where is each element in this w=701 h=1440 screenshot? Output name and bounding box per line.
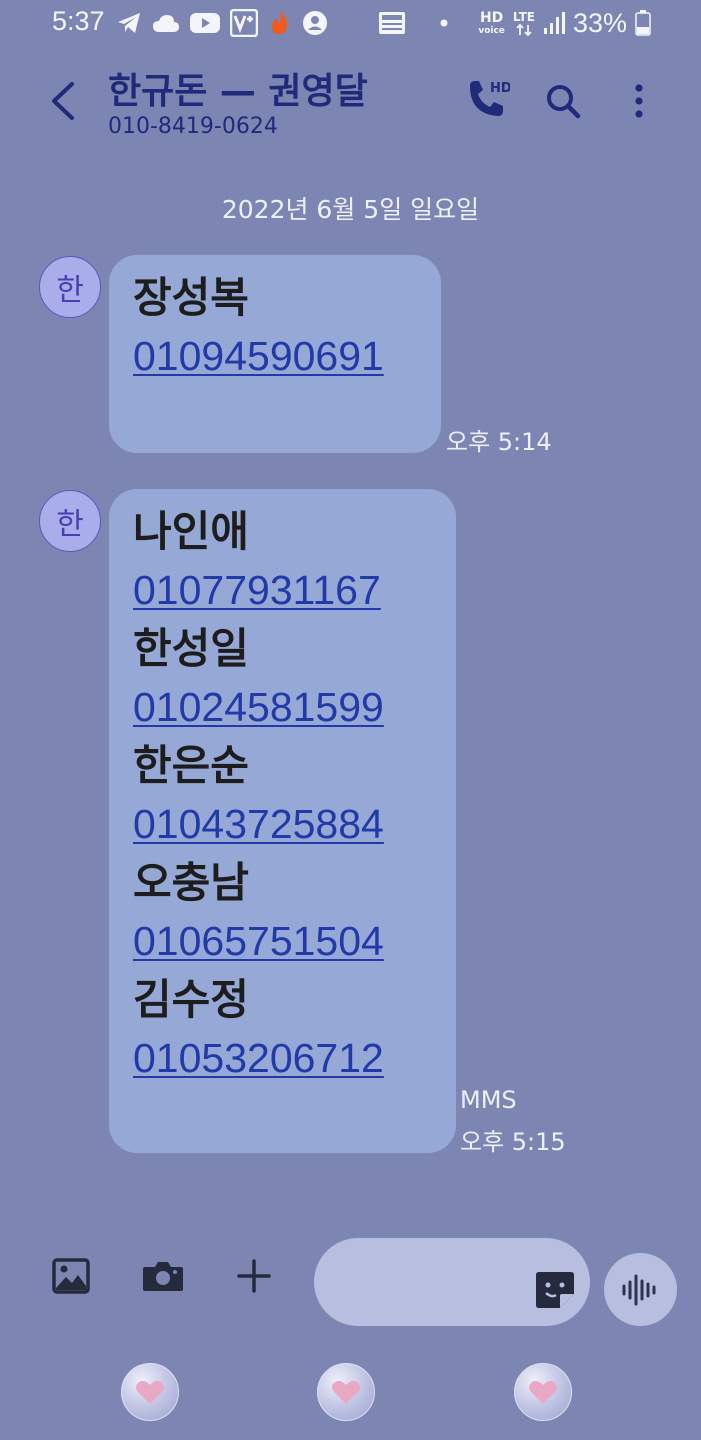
hd-voice-indicator: HD voice [478, 9, 505, 36]
gallery-button[interactable] [48, 1254, 94, 1298]
camera-button[interactable] [138, 1254, 188, 1298]
system-icons: HD voice LTE 33% [478, 6, 651, 40]
svg-text:HD: HD [490, 81, 510, 96]
phone-link[interactable]: 01094590691 [133, 327, 419, 386]
lte-indicator: LTE [513, 10, 535, 36]
message-contact-name: 김수정 [133, 975, 249, 1024]
more-vertical-icon [635, 84, 643, 118]
more-options-button[interactable] [616, 78, 662, 124]
plus-icon [237, 1259, 271, 1293]
search-icon [547, 85, 581, 119]
back-arrow-icon [52, 82, 74, 120]
signal-icon [543, 11, 565, 35]
dot-icon [440, 19, 448, 27]
message-time: 오후 5:14 [446, 428, 552, 456]
message-time: 오후 5:15 [460, 1128, 566, 1156]
nav-recents-button[interactable] [121, 1363, 179, 1421]
status-time: 5:37 [52, 6, 105, 36]
cloud-icon [152, 13, 180, 33]
avatar[interactable]: 한 [39, 490, 101, 552]
phone-link[interactable]: 01053206712 [133, 1029, 434, 1088]
message-contact-name: 나인애 [133, 507, 249, 556]
date-divider: 2022년 6월 5일 일요일 [221, 195, 480, 224]
news-icon [378, 11, 406, 35]
battery-percent: 33% [572, 7, 627, 38]
message-contact-name: 장성복 [133, 273, 249, 322]
status-bar: 5:37 HD voice LTE 33% [0, 0, 701, 48]
voice-message-button[interactable] [604, 1253, 677, 1326]
phone-link[interactable]: 01024581599 [133, 678, 434, 737]
attach-button[interactable] [232, 1254, 276, 1298]
camera-icon [143, 1262, 183, 1291]
battery-icon [635, 10, 651, 36]
telegram-icon [116, 11, 142, 35]
back-button[interactable] [44, 78, 84, 124]
youtube-icon [190, 12, 220, 34]
hd-call-button[interactable]: HD [464, 78, 510, 124]
sticker-icon [536, 1272, 574, 1308]
contact-number: 010-8419-0624 [108, 114, 278, 139]
message-bubble[interactable]: 나인애 01077931167 한성일 01024581599 한은순 0104… [109, 489, 456, 1153]
heart-icon [529, 1380, 557, 1404]
message-contact-name: 한은순 [133, 741, 249, 790]
fire-app-icon [268, 10, 292, 36]
notification-icons [116, 8, 448, 38]
search-button[interactable] [540, 78, 586, 124]
voice-wave-icon [622, 1274, 655, 1305]
phone-link[interactable]: 01065751504 [133, 912, 434, 971]
vpn-app-icon [230, 9, 258, 37]
message-bubble[interactable]: 장성복 01094590691 [109, 255, 441, 453]
sticker-button[interactable] [534, 1270, 576, 1310]
gallery-icon [52, 1258, 90, 1294]
message-contact-name: 오충남 [133, 858, 249, 907]
phone-link[interactable]: 01077931167 [133, 561, 434, 620]
heart-icon [332, 1380, 360, 1404]
heart-icon [136, 1380, 164, 1404]
message-contact-name: 한성일 [133, 624, 249, 673]
phone-link[interactable]: 01043725884 [133, 795, 434, 854]
nav-home-button[interactable] [317, 1363, 375, 1421]
message-type-label: MMS [460, 1086, 517, 1114]
nav-back-button[interactable] [514, 1363, 572, 1421]
avatar[interactable]: 한 [39, 256, 101, 318]
phone-hd-icon: HD [470, 81, 510, 116]
conversation-title[interactable]: 한규돈 — 권영달 [108, 62, 368, 114]
account-icon [302, 10, 328, 36]
